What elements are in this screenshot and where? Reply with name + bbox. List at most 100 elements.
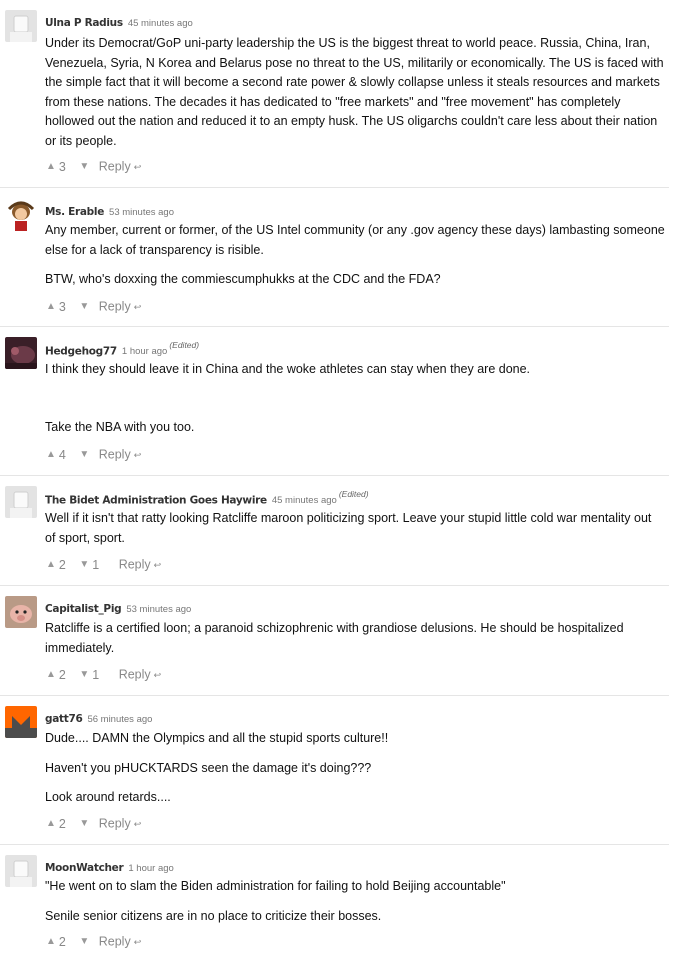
reply-arrow-icon: ↩: [133, 449, 142, 460]
comment-paragraph: Senile senior citizens are in no place t…: [45, 908, 382, 923]
downvote-count: 1: [92, 557, 100, 572]
vote-bar: ▲ 4 ▼ Reply ↩: [46, 447, 141, 462]
comment-paragraph: Dude.... DAMN the Olympics and all the s…: [45, 731, 389, 745]
edited-label: (Edited): [338, 489, 369, 499]
timestamp[interactable]: 45 minutes ago: [272, 495, 337, 506]
comment-header: gatt76 56 minutes ago: [45, 709, 152, 727]
downvote-count: 1: [92, 667, 100, 682]
comment: Ms. Erable 53 minutes ago Any member, cur…: [0, 187, 669, 327]
reply-button[interactable]: Reply ↩: [99, 816, 142, 831]
comment-paragraph: "He went on to slam the Biden administra…: [45, 879, 506, 893]
comment-body: "He went on to slam the Biden administra…: [45, 877, 665, 926]
vote-bar: ▲ 2 ▼ Reply ↩: [46, 816, 141, 831]
vote-bar: ▲ 2 ▼ Reply ↩: [46, 934, 141, 949]
comment-paragraph: BTW, who's doxxing the commiescumphukks …: [45, 272, 441, 286]
author-name[interactable]: MoonWatcher: [45, 862, 124, 874]
comment-body: I think they should leave it in China an…: [45, 360, 665, 437]
reply-arrow-icon: ↩: [133, 301, 142, 312]
upvote-icon[interactable]: ▲: [46, 559, 56, 570]
reply-button[interactable]: Reply ↩: [119, 667, 162, 682]
timestamp[interactable]: 1 hour ago: [128, 863, 173, 874]
timestamp[interactable]: 53 minutes ago: [126, 604, 191, 615]
upvote-icon[interactable]: ▲: [46, 449, 56, 460]
comment: Ulna P Radius 45 minutes ago Under its De…: [0, 0, 669, 187]
upvote-icon[interactable]: ▲: [46, 161, 56, 172]
vote-bar: ▲ 2 ▼ 1 Reply ↩: [46, 667, 161, 682]
author-name[interactable]: Capitalist_Pig: [45, 603, 122, 615]
comment-header: Ulna P Radius 45 minutes ago: [45, 13, 193, 31]
author-name[interactable]: Ulna P Radius: [45, 17, 123, 29]
default-avatar-icon[interactable]: [5, 10, 37, 42]
comment-body: Well if it isn't that ratty looking Ratc…: [45, 509, 665, 548]
comment-paragraph: I think they should leave it in China an…: [45, 362, 531, 376]
timestamp[interactable]: 1 hour ago: [122, 346, 167, 357]
comment-body: Any member, current or former, of the US…: [45, 221, 665, 290]
author-name[interactable]: gatt76: [45, 713, 83, 725]
upvote-count: 4: [58, 447, 66, 462]
comment-paragraph: Ratcliffe is a certified loon; a paranoi…: [45, 621, 624, 655]
downvote-icon[interactable]: ▼: [79, 161, 89, 172]
upvote-count: 2: [58, 816, 66, 831]
reply-button[interactable]: Reply ↩: [99, 934, 142, 949]
downvote-icon[interactable]: ▼: [79, 449, 89, 460]
upvote-count: 2: [58, 934, 66, 949]
upvote-count: 3: [58, 159, 66, 174]
comment-body: Ratcliffe is a certified loon; a paranoi…: [45, 619, 665, 658]
reply-button[interactable]: Reply ↩: [99, 159, 142, 174]
upvote-count: 2: [58, 667, 66, 682]
default-avatar-icon[interactable]: [5, 486, 37, 518]
comment-paragraph: Under its Democrat/GoP uni-party leaders…: [45, 36, 664, 148]
vote-bar: ▲ 3 ▼ Reply ↩: [46, 299, 141, 314]
comment: gatt76 56 minutes ago Dude.... DAMN the O…: [0, 695, 669, 845]
user-avatar[interactable]: [5, 199, 37, 231]
reply-button[interactable]: Reply ↩: [99, 447, 142, 462]
user-avatar[interactable]: [5, 337, 37, 369]
author-name[interactable]: Ms. Erable: [45, 206, 104, 218]
reply-button[interactable]: Reply ↩: [99, 299, 142, 314]
comment-paragraph: Any member, current or former, of the US…: [45, 223, 665, 257]
user-avatar[interactable]: [5, 596, 37, 628]
edited-label: (Edited): [169, 340, 200, 350]
comment: Capitalist_Pig 53 minutes ago Ratcliffe i…: [0, 585, 669, 696]
upvote-count: 2: [58, 557, 66, 572]
reply-button[interactable]: Reply ↩: [119, 557, 162, 572]
comment-body: Under its Democrat/GoP uni-party leaders…: [45, 34, 665, 151]
vote-bar: ▲ 3 ▼ Reply ↩: [46, 159, 141, 174]
upvote-icon[interactable]: ▲: [46, 669, 56, 680]
comment-paragraph: [45, 380, 665, 418]
author-name[interactable]: The Bidet Administration Goes Haywire: [45, 494, 267, 506]
vote-bar: ▲ 2 ▼ 1 Reply ↩: [46, 557, 161, 572]
timestamp[interactable]: 45 minutes ago: [128, 18, 193, 29]
comment-header: Capitalist_Pig 53 minutes ago: [45, 599, 191, 617]
comment-paragraph: Haven't you pHUCKTARDS seen the damage i…: [45, 760, 372, 775]
comment: The Bidet Administration Goes Haywire 45 …: [0, 475, 669, 586]
default-avatar-icon[interactable]: [5, 855, 37, 887]
upvote-icon[interactable]: ▲: [46, 818, 56, 829]
upvote-count: 3: [58, 299, 66, 314]
user-avatar[interactable]: [5, 706, 37, 738]
reply-arrow-icon: ↩: [153, 669, 162, 680]
author-name[interactable]: Hedgehog77: [45, 345, 117, 357]
downvote-icon[interactable]: ▼: [79, 669, 89, 680]
reply-arrow-icon: ↩: [133, 161, 142, 172]
timestamp[interactable]: 56 minutes ago: [87, 714, 152, 725]
upvote-icon[interactable]: ▲: [46, 936, 56, 947]
downvote-icon[interactable]: ▼: [79, 301, 89, 312]
comment-header: The Bidet Administration Goes Haywire 45 …: [45, 489, 369, 508]
comment-paragraph: Look around retards....: [45, 790, 171, 804]
timestamp[interactable]: 53 minutes ago: [109, 207, 174, 218]
downvote-icon[interactable]: ▼: [79, 818, 89, 829]
comment-paragraph: Take the NBA with you too.: [45, 419, 195, 434]
downvote-icon[interactable]: ▼: [79, 559, 89, 570]
comment-header: Ms. Erable 53 minutes ago: [45, 202, 174, 220]
comment-paragraph: Well if it isn't that ratty looking Ratc…: [45, 511, 652, 545]
comment: MoonWatcher 1 hour ago "He went on to sla…: [0, 844, 669, 961]
reply-arrow-icon: ↩: [133, 818, 142, 829]
upvote-icon[interactable]: ▲: [46, 301, 56, 312]
reply-arrow-icon: ↩: [153, 559, 162, 570]
downvote-icon[interactable]: ▼: [79, 936, 89, 947]
reply-arrow-icon: ↩: [133, 936, 142, 947]
comment-body: Dude.... DAMN the Olympics and all the s…: [45, 729, 665, 808]
comment-header: Hedgehog77 1 hour ago(Edited): [45, 340, 199, 359]
comment: Hedgehog77 1 hour ago(Edited) I think the…: [0, 326, 669, 476]
